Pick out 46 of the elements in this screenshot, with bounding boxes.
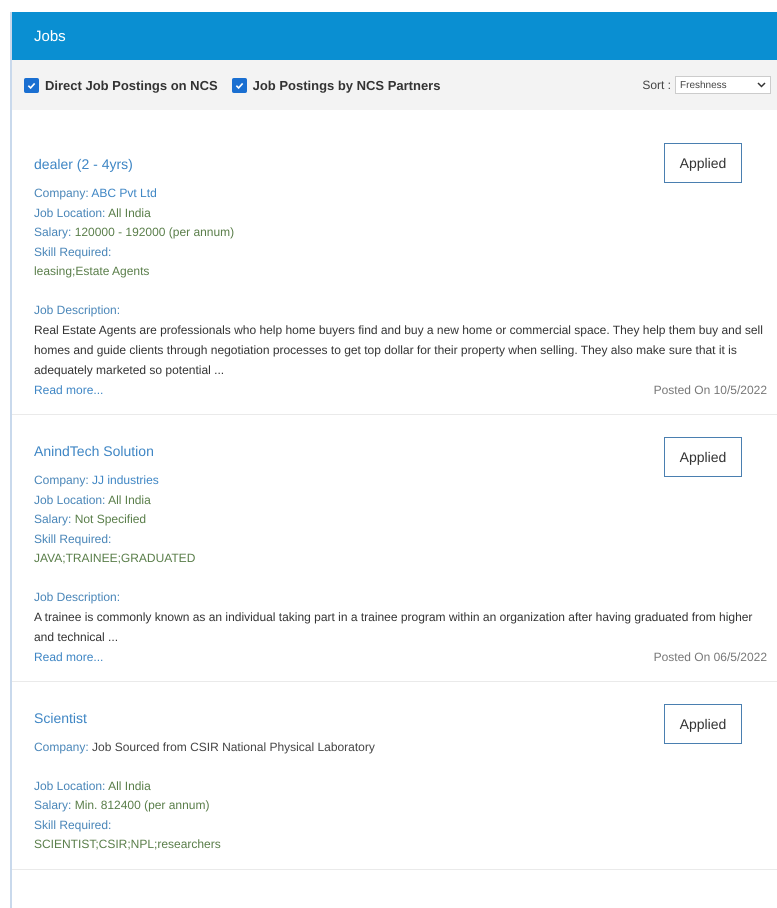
header-title: Jobs <box>34 28 66 44</box>
company-name[interactable]: JJ industries <box>92 473 159 487</box>
location-value: All India <box>108 492 151 506</box>
location-value: All India <box>108 778 151 792</box>
applied-button[interactable]: Applied <box>664 437 742 477</box>
field-label: Skill Required: <box>34 818 112 832</box>
job-title-link[interactable]: dealer (2 - 4yrs) <box>34 156 133 172</box>
field-label: Skill Required: <box>34 532 112 546</box>
checkbox-icon[interactable] <box>232 78 247 92</box>
skills-value: leasing;Estate Agents <box>34 264 150 278</box>
read-more-link[interactable]: Read more... <box>34 647 104 667</box>
sort-select[interactable]: Freshness <box>675 76 771 94</box>
field-label: Salary: <box>34 798 72 812</box>
posted-date: Posted On 10/5/2022 <box>654 382 767 399</box>
field-label: Skill Required: <box>34 244 112 258</box>
job-title-link[interactable]: AnindTech Solution <box>34 443 154 459</box>
skills-value: JAVA;TRAINEE;GRADUATED <box>34 551 196 565</box>
sort-label: Sort : <box>642 78 671 92</box>
applied-button[interactable]: Applied <box>664 143 742 183</box>
field-label: Salary: <box>34 512 72 526</box>
field-label: Company: <box>34 473 89 487</box>
filter-checkbox[interactable]: Direct Job Postings on NCS <box>24 78 218 92</box>
field-label: Job Description: <box>34 302 120 316</box>
skills-value: SCIENTIST;CSIR;NPL;researchers <box>34 837 221 851</box>
field-label: Salary: <box>34 225 72 239</box>
salary-value: 120000 - 192000 (per annum) <box>74 225 234 239</box>
field-label: Job Location: <box>34 492 106 506</box>
job-description: Real Estate Agents are professionals who help home buyers find and buy a new home or commercial space. They help them buy and sell homes and guide clients through negotiation processes to get top dollar for their property when selling. They also make sure that it is adequately marketed so potential ... <box>34 322 764 379</box>
filter-checkbox[interactable]: Job Postings by NCS Partners <box>232 78 440 92</box>
job-description: A trainee is commonly known as an individual taking part in a trainee program within an organization after having graduated from higher and technical ... <box>34 609 754 646</box>
company-name: Job Sourced from CSIR National Physical Laboratory <box>92 740 375 754</box>
chevron-down-icon <box>757 82 766 88</box>
job-title-link[interactable]: Scientist <box>34 710 87 726</box>
field-label: Company: <box>34 186 89 200</box>
field-label: Job Location: <box>34 206 106 220</box>
posted-date: Posted On 06/5/2022 <box>654 649 767 666</box>
read-more-link[interactable]: Read more... <box>34 380 104 400</box>
company-name[interactable]: ABC Pvt Ltd <box>91 186 157 200</box>
applied-button[interactable]: Applied <box>664 704 742 744</box>
salary-value: Not Specified <box>74 512 146 526</box>
field-label: Job Description: <box>34 590 120 604</box>
location-value: All India <box>108 206 151 220</box>
checkbox-icon[interactable] <box>24 78 39 92</box>
field-label: Job Location: <box>34 778 106 792</box>
salary-value: Min. 812400 (per annum) <box>74 798 210 812</box>
field-label: Company: <box>34 740 89 754</box>
